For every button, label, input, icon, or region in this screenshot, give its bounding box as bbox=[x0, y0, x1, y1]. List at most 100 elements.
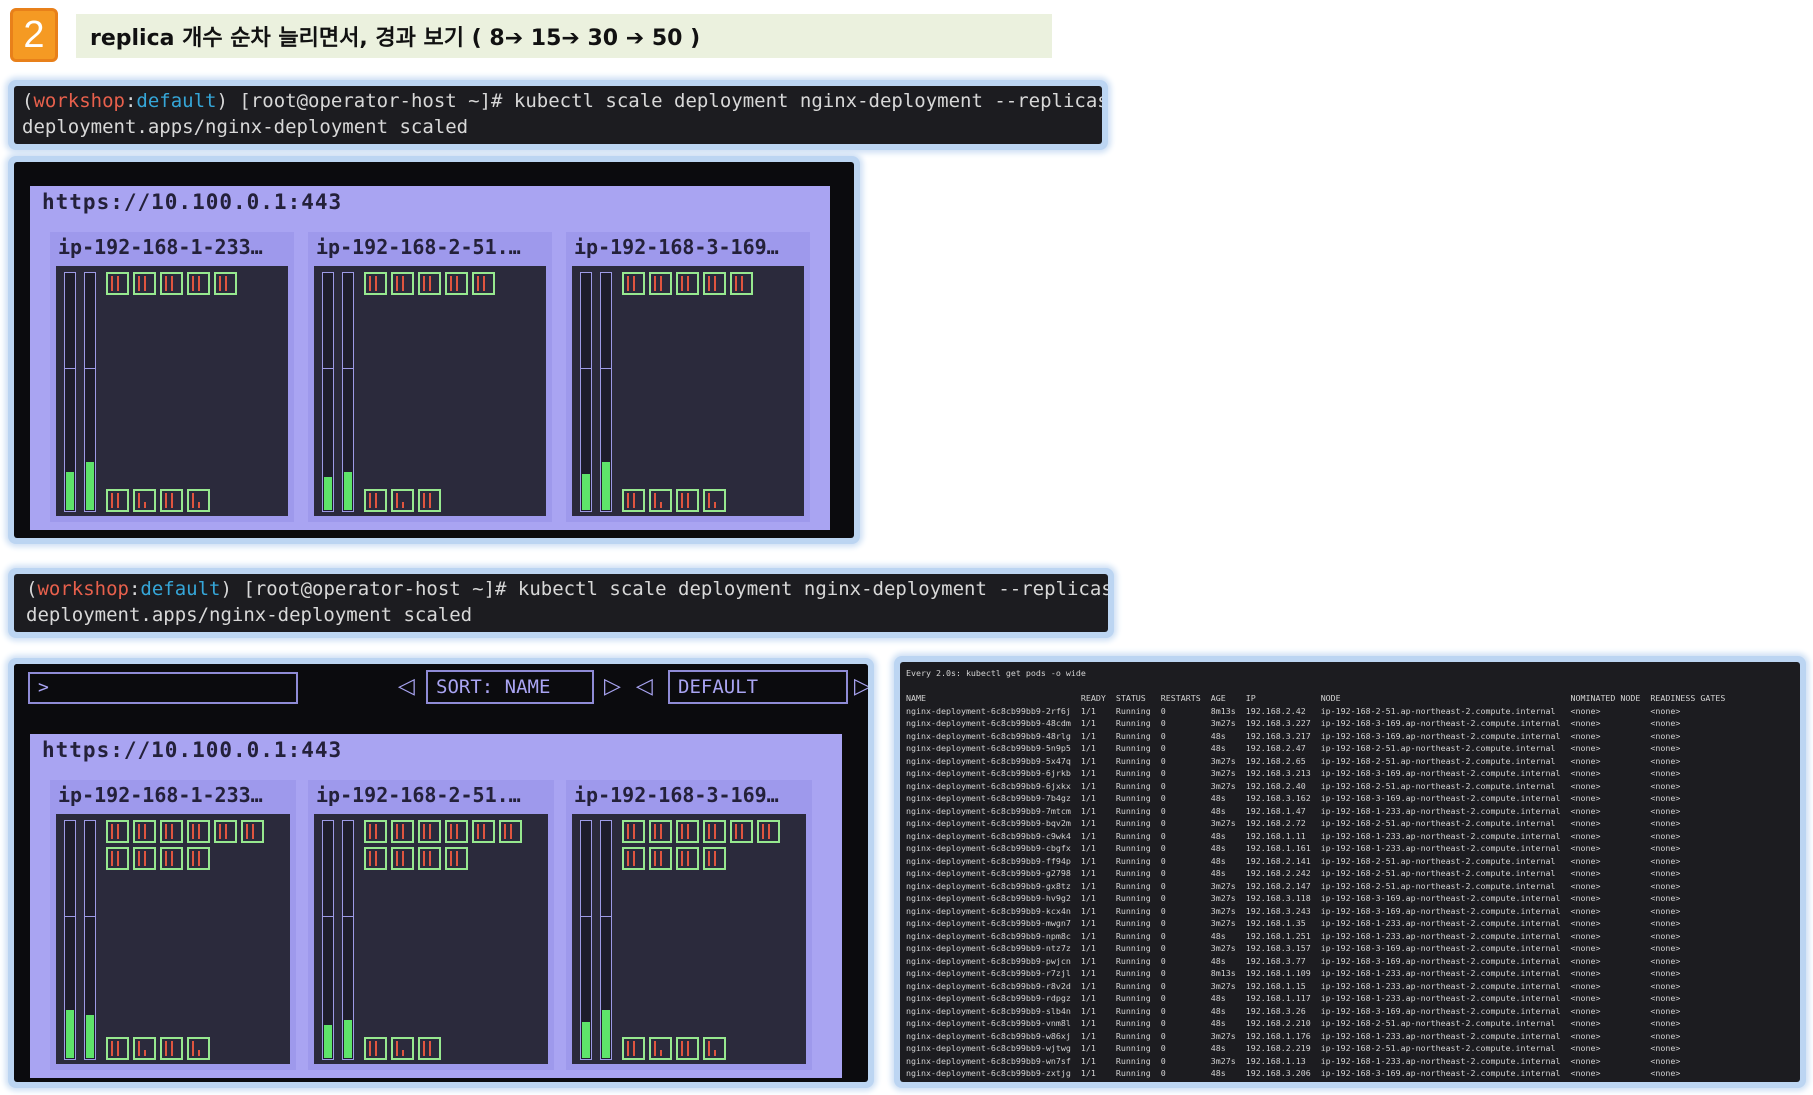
table-cell: nginx-deployment-6c8cb99bb9-wjtwg bbox=[906, 1043, 1071, 1053]
pod-box[interactable] bbox=[160, 1037, 183, 1060]
node-card[interactable]: ip-192-168-2-51.… bbox=[308, 232, 552, 522]
pod-box[interactable] bbox=[622, 272, 645, 295]
table-cell: 192.168.3.77 bbox=[1245, 955, 1306, 966]
pod-box[interactable] bbox=[160, 847, 183, 870]
pod-box[interactable] bbox=[241, 820, 264, 843]
table-cell: 192.168.1.47 bbox=[1245, 805, 1306, 816]
pod-box[interactable] bbox=[106, 1037, 129, 1060]
table-cell: nginx-deployment-6c8cb99bb9-cbgfx bbox=[906, 843, 1071, 853]
table-cell: 48s bbox=[1210, 993, 1226, 1003]
pod-box[interactable] bbox=[214, 820, 237, 843]
pod-box[interactable] bbox=[133, 1037, 156, 1060]
pod-box[interactable] bbox=[364, 820, 387, 843]
pod-box[interactable] bbox=[472, 272, 495, 295]
pod-box[interactable] bbox=[499, 820, 522, 843]
pod-box[interactable] bbox=[364, 272, 387, 295]
node-card[interactable]: ip-192-168-3-169… bbox=[566, 780, 812, 1070]
pod-box[interactable] bbox=[418, 820, 441, 843]
pod-box[interactable] bbox=[133, 489, 156, 512]
pod-box[interactable] bbox=[133, 820, 156, 843]
pod-box[interactable] bbox=[730, 272, 753, 295]
cluster-url: https://10.100.0.1:443 bbox=[42, 190, 343, 214]
pod-box[interactable] bbox=[676, 272, 699, 295]
node-card[interactable]: ip-192-168-1-233… bbox=[50, 780, 296, 1070]
pod-box[interactable] bbox=[649, 847, 672, 870]
cpu-gauge bbox=[64, 272, 76, 512]
pod-box[interactable] bbox=[391, 489, 414, 512]
table-cell: ip-192-168-2-51.ap-northeast-2.compute.i… bbox=[1320, 1043, 1556, 1053]
namespace-prev-arrow-icon[interactable]: ◁ bbox=[636, 672, 653, 702]
table-cell: nginx-deployment-6c8cb99bb9-48rlg bbox=[906, 730, 1071, 741]
table-cell: nginx-deployment-6c8cb99bb9-w86xj bbox=[906, 1030, 1071, 1041]
pod-box[interactable] bbox=[703, 820, 726, 843]
pod-box[interactable] bbox=[418, 489, 441, 512]
sort-prev-arrow-icon[interactable]: ◁ bbox=[398, 672, 415, 702]
pod-box[interactable] bbox=[364, 847, 387, 870]
pod-box[interactable] bbox=[649, 272, 672, 295]
pod-box[interactable] bbox=[364, 489, 387, 512]
table-cell: 1/1 bbox=[1080, 755, 1096, 766]
pod-box[interactable] bbox=[391, 847, 414, 870]
sort-selector[interactable]: SORT: NAME bbox=[426, 670, 594, 704]
pod-box[interactable] bbox=[391, 820, 414, 843]
pod-box[interactable] bbox=[418, 272, 441, 295]
pod-box[interactable] bbox=[676, 489, 699, 512]
table-cell: 0 bbox=[1160, 1055, 1166, 1066]
pod-box[interactable] bbox=[730, 820, 753, 843]
sort-next-arrow-icon[interactable]: ▷ bbox=[604, 672, 621, 702]
pod-box[interactable] bbox=[160, 820, 183, 843]
pod-box[interactable] bbox=[187, 272, 210, 295]
table-cell: ip-192-168-1-233.ap-northeast-2.compute.… bbox=[1320, 930, 1561, 941]
pod-box[interactable] bbox=[676, 847, 699, 870]
pod-box[interactable] bbox=[106, 820, 129, 843]
pod-box[interactable] bbox=[703, 1037, 726, 1060]
pod-box[interactable] bbox=[472, 820, 495, 843]
node-card[interactable]: ip-192-168-2-51.… bbox=[308, 780, 554, 1070]
pod-box[interactable] bbox=[445, 272, 468, 295]
pod-box[interactable] bbox=[418, 1037, 441, 1060]
pod-box[interactable] bbox=[133, 272, 156, 295]
pod-box[interactable] bbox=[160, 272, 183, 295]
pod-box[interactable] bbox=[391, 1037, 414, 1060]
pod-box[interactable] bbox=[622, 1037, 645, 1060]
cluster-url: https://10.100.0.1:443 bbox=[42, 738, 343, 762]
pod-box[interactable] bbox=[106, 847, 129, 870]
pod-box[interactable] bbox=[106, 272, 129, 295]
step-title-box: replica 개수 순차 늘리면서, 경과 보기 ( 8➔ 15➔ 30 ➔ … bbox=[76, 14, 1052, 58]
namespace-next-arrow-icon[interactable]: ▷ bbox=[854, 672, 868, 702]
pod-box[interactable] bbox=[703, 489, 726, 512]
pod-box[interactable] bbox=[622, 820, 645, 843]
node-card[interactable]: ip-192-168-3-169… bbox=[566, 232, 810, 522]
pod-box[interactable] bbox=[445, 820, 468, 843]
pod-box[interactable] bbox=[187, 847, 210, 870]
pod-box[interactable] bbox=[187, 1037, 210, 1060]
pod-box[interactable] bbox=[622, 489, 645, 512]
pod-box[interactable] bbox=[445, 847, 468, 870]
pod-box[interactable] bbox=[649, 1037, 672, 1060]
pod-box[interactable] bbox=[622, 847, 645, 870]
filter-input[interactable]: > bbox=[28, 672, 298, 704]
pod-box[interactable] bbox=[187, 489, 210, 512]
namespace-selector[interactable]: DEFAULT bbox=[668, 670, 848, 704]
pod-box[interactable] bbox=[418, 847, 441, 870]
pod-box[interactable] bbox=[391, 272, 414, 295]
pod-box[interactable] bbox=[214, 272, 237, 295]
pod-box[interactable] bbox=[649, 820, 672, 843]
pod-box[interactable] bbox=[676, 820, 699, 843]
table-cell: nginx-deployment-6c8cb99bb9-7mtcm bbox=[906, 805, 1071, 816]
table-cell: <none> bbox=[1650, 968, 1681, 978]
node-card[interactable]: ip-192-168-1-233… bbox=[50, 232, 294, 522]
pod-box[interactable] bbox=[757, 820, 780, 843]
pod-box[interactable] bbox=[160, 489, 183, 512]
table-cell: Running bbox=[1115, 705, 1151, 716]
node-name: ip-192-168-3-169… bbox=[574, 783, 779, 807]
table-cell: 192.168.3.243 bbox=[1245, 905, 1311, 916]
pod-box[interactable] bbox=[106, 489, 129, 512]
pod-box[interactable] bbox=[649, 489, 672, 512]
pod-box[interactable] bbox=[364, 1037, 387, 1060]
pod-box[interactable] bbox=[703, 847, 726, 870]
pod-box[interactable] bbox=[133, 847, 156, 870]
pod-box[interactable] bbox=[676, 1037, 699, 1060]
pod-box[interactable] bbox=[703, 272, 726, 295]
pod-box[interactable] bbox=[187, 820, 210, 843]
